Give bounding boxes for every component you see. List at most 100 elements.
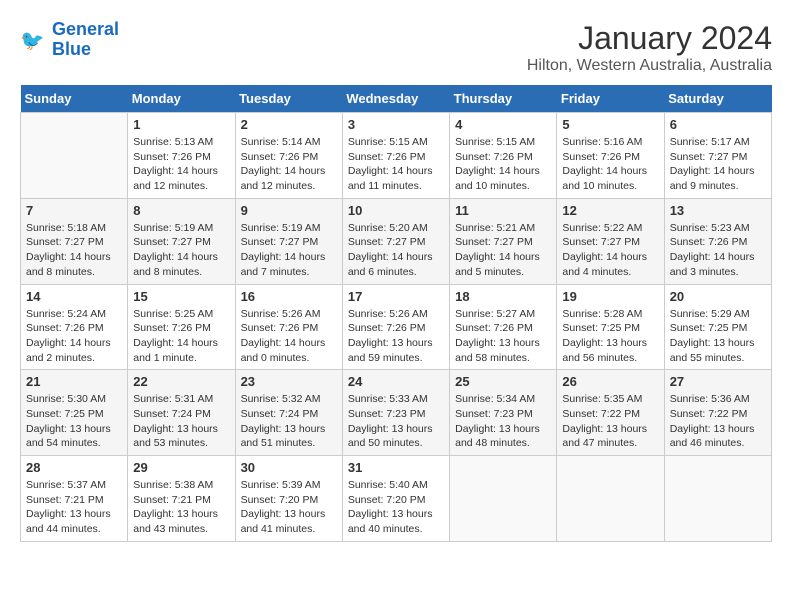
col-tuesday: Tuesday: [235, 85, 342, 113]
day-info: Sunrise: 5:39 AM Sunset: 7:20 PM Dayligh…: [241, 478, 337, 537]
calendar-cell: 15 Sunrise: 5:25 AM Sunset: 7:26 PM Dayli…: [128, 284, 235, 370]
calendar-cell: 30 Sunrise: 5:39 AM Sunset: 7:20 PM Dayli…: [235, 456, 342, 542]
calendar-body: 1 Sunrise: 5:13 AM Sunset: 7:26 PM Daylig…: [21, 113, 772, 542]
calendar-cell: 20 Sunrise: 5:29 AM Sunset: 7:25 PM Dayli…: [664, 284, 771, 370]
day-info: Sunrise: 5:21 AM Sunset: 7:27 PM Dayligh…: [455, 221, 551, 280]
calendar-table: Sunday Monday Tuesday Wednesday Thursday…: [20, 85, 772, 542]
calendar-cell: 24Sunrise: 5:33 AM Sunset: 7:23 PM Dayli…: [342, 370, 449, 456]
day-number: 20: [670, 289, 766, 304]
day-number: 28: [26, 460, 122, 475]
day-number: 23: [241, 374, 337, 389]
calendar-cell: 19 Sunrise: 5:28 AM Sunset: 7:25 PM Dayli…: [557, 284, 664, 370]
day-info: Sunrise: 5:26 AM Sunset: 7:26 PM Dayligh…: [241, 307, 337, 366]
day-number: 2: [241, 117, 337, 132]
day-info: Sunrise: 5:35 AM Sunset: 7:22 PM Dayligh…: [562, 392, 658, 451]
day-info: Sunrise: 5:28 AM Sunset: 7:25 PM Dayligh…: [562, 307, 658, 366]
day-info: Sunrise: 5:24 AM Sunset: 7:26 PM Dayligh…: [26, 307, 122, 366]
day-info: Sunrise: 5:34 AM Sunset: 7:23 PM Dayligh…: [455, 392, 551, 451]
day-number: 30: [241, 460, 337, 475]
col-saturday: Saturday: [664, 85, 771, 113]
day-info: Sunrise: 5:36 AM Sunset: 7:22 PM Dayligh…: [670, 392, 766, 451]
logo-text: GeneralBlue: [52, 20, 119, 60]
calendar-cell: 28 Sunrise: 5:37 AM Sunset: 7:21 PM Dayli…: [21, 456, 128, 542]
day-number: 11: [455, 203, 551, 218]
calendar-cell: 14Sunrise: 5:24 AM Sunset: 7:26 PM Dayli…: [21, 284, 128, 370]
title-block: January 2024 Hilton, Western Australia, …: [527, 20, 772, 75]
calendar-cell: 7 Sunrise: 5:18 AM Sunset: 7:27 PM Daylig…: [21, 198, 128, 284]
day-number: 8: [133, 203, 229, 218]
week-row-5: 28 Sunrise: 5:37 AM Sunset: 7:21 PM Dayli…: [21, 456, 772, 542]
calendar-cell: [664, 456, 771, 542]
calendar-cell: 16 Sunrise: 5:26 AM Sunset: 7:26 PM Dayli…: [235, 284, 342, 370]
day-number: 31: [348, 460, 444, 475]
calendar-cell: 21 Sunrise: 5:30 AM Sunset: 7:25 PM Dayli…: [21, 370, 128, 456]
col-sunday: Sunday: [21, 85, 128, 113]
logo-bird-icon: 🐦: [20, 26, 48, 54]
day-info: Sunrise: 5:18 AM Sunset: 7:27 PM Dayligh…: [26, 221, 122, 280]
calendar-cell: 9 Sunrise: 5:19 AM Sunset: 7:27 PM Daylig…: [235, 198, 342, 284]
calendar-cell: 8 Sunrise: 5:19 AM Sunset: 7:27 PM Daylig…: [128, 198, 235, 284]
calendar-cell: 27Sunrise: 5:36 AM Sunset: 7:22 PM Dayli…: [664, 370, 771, 456]
day-number: 26: [562, 374, 658, 389]
calendar-cell: 31Sunrise: 5:40 AM Sunset: 7:20 PM Dayli…: [342, 456, 449, 542]
col-monday: Monday: [128, 85, 235, 113]
day-info: Sunrise: 5:30 AM Sunset: 7:25 PM Dayligh…: [26, 392, 122, 451]
week-row-1: 1 Sunrise: 5:13 AM Sunset: 7:26 PM Daylig…: [21, 113, 772, 199]
day-info: Sunrise: 5:13 AM Sunset: 7:26 PM Dayligh…: [133, 135, 229, 194]
day-info: Sunrise: 5:32 AM Sunset: 7:24 PM Dayligh…: [241, 392, 337, 451]
col-wednesday: Wednesday: [342, 85, 449, 113]
calendar-cell: [557, 456, 664, 542]
calendar-cell: 12Sunrise: 5:22 AM Sunset: 7:27 PM Dayli…: [557, 198, 664, 284]
day-number: 19: [562, 289, 658, 304]
day-info: Sunrise: 5:14 AM Sunset: 7:26 PM Dayligh…: [241, 135, 337, 194]
calendar-cell: 17Sunrise: 5:26 AM Sunset: 7:26 PM Dayli…: [342, 284, 449, 370]
day-number: 16: [241, 289, 337, 304]
day-number: 4: [455, 117, 551, 132]
calendar-cell: 13Sunrise: 5:23 AM Sunset: 7:26 PM Dayli…: [664, 198, 771, 284]
day-number: 13: [670, 203, 766, 218]
week-row-2: 7 Sunrise: 5:18 AM Sunset: 7:27 PM Daylig…: [21, 198, 772, 284]
calendar-cell: 6 Sunrise: 5:17 AM Sunset: 7:27 PM Daylig…: [664, 113, 771, 199]
day-number: 10: [348, 203, 444, 218]
col-friday: Friday: [557, 85, 664, 113]
calendar-cell: 2 Sunrise: 5:14 AM Sunset: 7:26 PM Daylig…: [235, 113, 342, 199]
day-info: Sunrise: 5:37 AM Sunset: 7:21 PM Dayligh…: [26, 478, 122, 537]
day-number: 7: [26, 203, 122, 218]
day-info: Sunrise: 5:15 AM Sunset: 7:26 PM Dayligh…: [455, 135, 551, 194]
day-info: Sunrise: 5:22 AM Sunset: 7:27 PM Dayligh…: [562, 221, 658, 280]
day-info: Sunrise: 5:19 AM Sunset: 7:27 PM Dayligh…: [241, 221, 337, 280]
day-number: 22: [133, 374, 229, 389]
svg-text:🐦: 🐦: [20, 30, 44, 52]
day-info: Sunrise: 5:26 AM Sunset: 7:26 PM Dayligh…: [348, 307, 444, 366]
calendar-cell: 5 Sunrise: 5:16 AM Sunset: 7:26 PM Daylig…: [557, 113, 664, 199]
day-number: 21: [26, 374, 122, 389]
day-number: 5: [562, 117, 658, 132]
calendar-cell: 29Sunrise: 5:38 AM Sunset: 7:21 PM Dayli…: [128, 456, 235, 542]
col-thursday: Thursday: [450, 85, 557, 113]
calendar-cell: 25Sunrise: 5:34 AM Sunset: 7:23 PM Dayli…: [450, 370, 557, 456]
calendar-cell: [450, 456, 557, 542]
day-info: Sunrise: 5:19 AM Sunset: 7:27 PM Dayligh…: [133, 221, 229, 280]
week-row-3: 14Sunrise: 5:24 AM Sunset: 7:26 PM Dayli…: [21, 284, 772, 370]
day-number: 9: [241, 203, 337, 218]
day-number: 6: [670, 117, 766, 132]
calendar-cell: 22Sunrise: 5:31 AM Sunset: 7:24 PM Dayli…: [128, 370, 235, 456]
calendar-cell: 3Sunrise: 5:15 AM Sunset: 7:26 PM Daylig…: [342, 113, 449, 199]
calendar-cell: 10 Sunrise: 5:20 AM Sunset: 7:27 PM Dayli…: [342, 198, 449, 284]
day-info: Sunrise: 5:16 AM Sunset: 7:26 PM Dayligh…: [562, 135, 658, 194]
calendar-subtitle: Hilton, Western Australia, Australia: [527, 57, 772, 75]
day-info: Sunrise: 5:17 AM Sunset: 7:27 PM Dayligh…: [670, 135, 766, 194]
day-number: 1: [133, 117, 229, 132]
day-info: Sunrise: 5:25 AM Sunset: 7:26 PM Dayligh…: [133, 307, 229, 366]
page-header: 🐦 GeneralBlue January 2024 Hilton, Weste…: [20, 20, 772, 75]
day-info: Sunrise: 5:15 AM Sunset: 7:26 PM Dayligh…: [348, 135, 444, 194]
day-number: 15: [133, 289, 229, 304]
day-number: 18: [455, 289, 551, 304]
calendar-cell: 4 Sunrise: 5:15 AM Sunset: 7:26 PM Daylig…: [450, 113, 557, 199]
calendar-cell: [21, 113, 128, 199]
calendar-title: January 2024: [527, 20, 772, 57]
day-info: Sunrise: 5:20 AM Sunset: 7:27 PM Dayligh…: [348, 221, 444, 280]
calendar-cell: 23 Sunrise: 5:32 AM Sunset: 7:24 PM Dayli…: [235, 370, 342, 456]
calendar-cell: 26 Sunrise: 5:35 AM Sunset: 7:22 PM Dayli…: [557, 370, 664, 456]
day-info: Sunrise: 5:29 AM Sunset: 7:25 PM Dayligh…: [670, 307, 766, 366]
